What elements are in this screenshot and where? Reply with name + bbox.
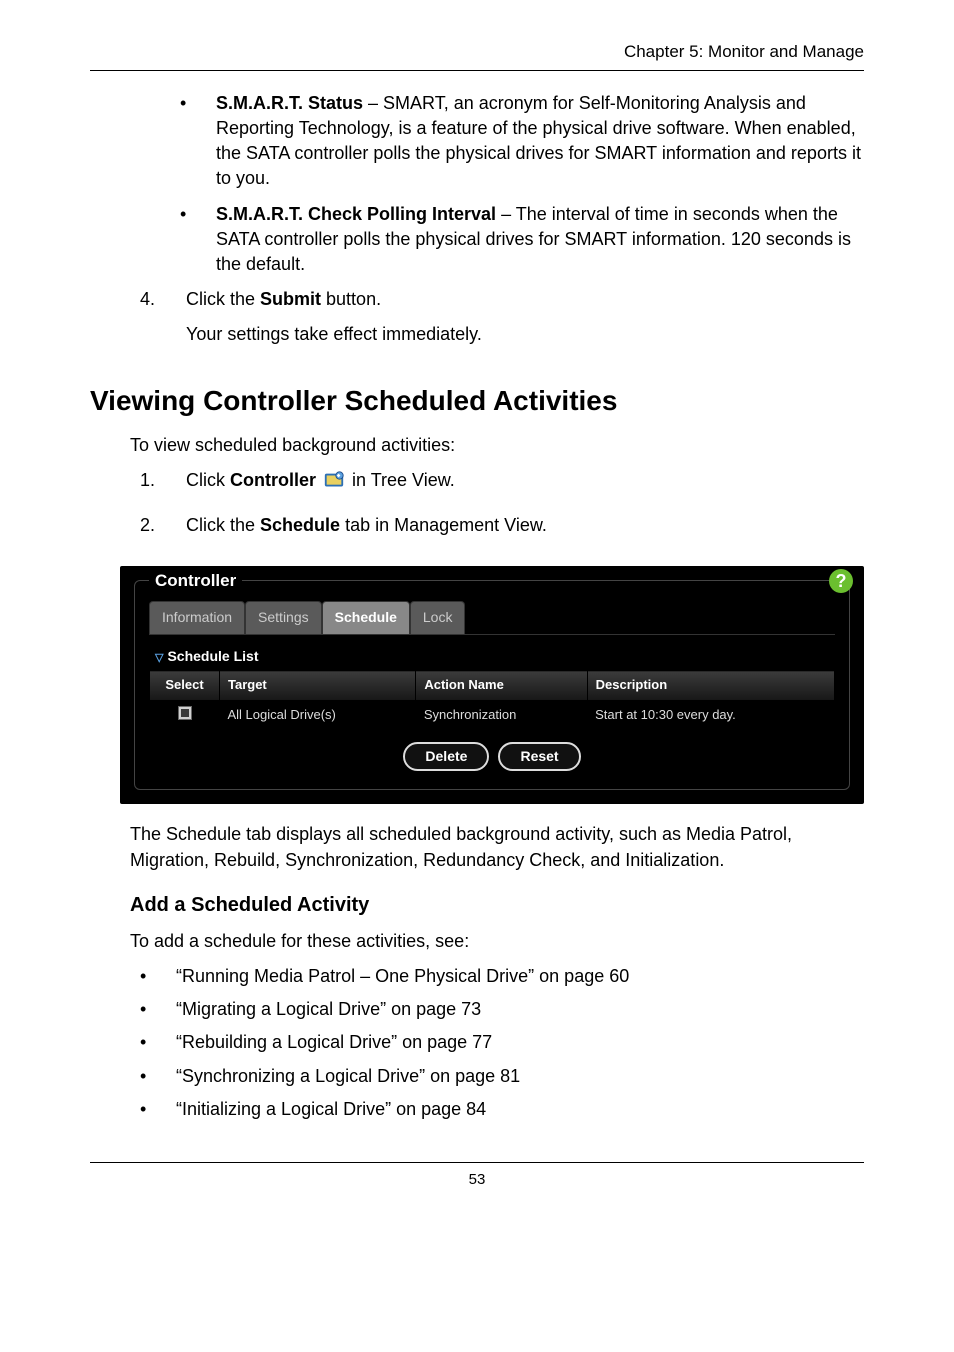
page-number: 53 (90, 1162, 864, 1190)
step2-a: Click the (186, 515, 260, 535)
cell-description: Start at 10:30 every day. (587, 700, 834, 730)
step4-text-a: Click the (186, 289, 260, 309)
cell-action: Synchronization (416, 700, 587, 730)
step-2: 2. Click the Schedule tab in Management … (130, 513, 864, 548)
ref-migrating: “Migrating a Logical Drive” on page 73 (140, 997, 864, 1022)
bullet-smart-status: S.M.A.R.T. Status – SMART, an acronym fo… (180, 91, 864, 192)
schedule-table: Select Target Action Name Description Al… (149, 670, 835, 729)
intro-text: To view scheduled background activities: (130, 433, 864, 458)
tab-schedule[interactable]: Schedule (322, 601, 410, 634)
controller-panel-screenshot: Controller ? Information Settings Schedu… (120, 566, 864, 804)
step1-b: Controller (230, 470, 321, 490)
col-target: Target (220, 671, 416, 700)
tab-information[interactable]: Information (149, 601, 245, 634)
step-1: 1. Click Controller in Tree View. (130, 468, 864, 503)
step4-text-c: button. (321, 289, 381, 309)
col-select: Select (150, 671, 220, 700)
term-smart-interval: S.M.A.R.T. Check Polling Interval (216, 204, 496, 224)
cell-target: All Logical Drive(s) (220, 700, 416, 730)
chapter-header: Chapter 5: Monitor and Manage (90, 40, 864, 71)
col-action: Action Name (416, 671, 587, 700)
step-number: 2. (140, 513, 160, 548)
ref-rebuilding: “Rebuilding a Logical Drive” on page 77 (140, 1030, 864, 1055)
ref-initializing: “Initializing a Logical Drive” on page 8… (140, 1097, 864, 1122)
step2-b: Schedule (260, 515, 340, 535)
subsection-heading: Add a Scheduled Activity (130, 891, 864, 919)
add-intro: To add a schedule for these activities, … (130, 929, 864, 954)
step-number: 4. (140, 287, 160, 357)
schedule-list-title: ▽ Schedule List (155, 647, 835, 667)
tab-lock[interactable]: Lock (410, 601, 466, 634)
row-checkbox[interactable] (178, 706, 192, 720)
step4-bold: Submit (260, 289, 321, 309)
controller-icon (323, 470, 345, 492)
tab-settings[interactable]: Settings (245, 601, 322, 634)
step1-a: Click (186, 470, 230, 490)
step4-line2: Your settings take effect immediately. (186, 322, 864, 347)
table-row: All Logical Drive(s) Synchronization Sta… (150, 700, 835, 730)
chevron-down-icon: ▽ (155, 651, 163, 666)
step-4: 4. Click the Submit button. Your setting… (130, 287, 864, 357)
reset-button[interactable]: Reset (498, 742, 580, 772)
section-heading: Viewing Controller Scheduled Activities (90, 381, 864, 420)
ref-media-patrol: “Running Media Patrol – One Physical Dri… (140, 964, 864, 989)
delete-button[interactable]: Delete (403, 742, 489, 772)
schedule-list-label: Schedule List (167, 648, 258, 664)
step2-c: tab in Management View. (340, 515, 547, 535)
term-smart-status: S.M.A.R.T. Status (216, 93, 363, 113)
help-icon[interactable]: ? (829, 569, 853, 593)
after-panel-text: The Schedule tab displays all scheduled … (130, 822, 864, 872)
step1-c: in Tree View. (347, 470, 455, 490)
panel-title: Controller (149, 569, 242, 593)
col-description: Description (587, 671, 834, 700)
ref-synchronizing: “Synchronizing a Logical Drive” on page … (140, 1064, 864, 1089)
bullet-smart-interval: S.M.A.R.T. Check Polling Interval – The … (180, 202, 864, 278)
tab-bar: Information Settings Schedule Lock (149, 601, 835, 635)
step-number: 1. (140, 468, 160, 503)
